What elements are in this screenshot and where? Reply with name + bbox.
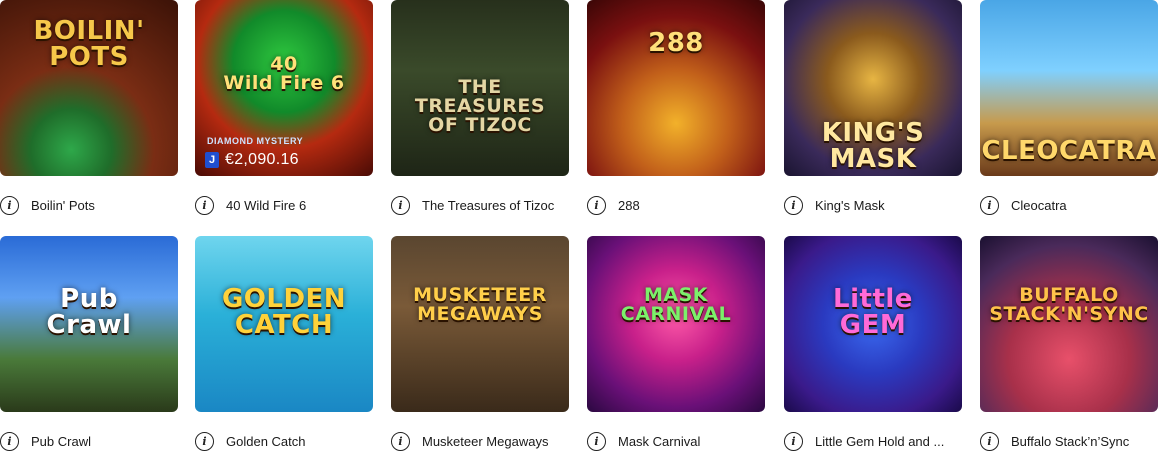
game-thumbnail[interactable]: 40 Wild Fire 6 DIAMOND MYSTERY J €2,090.16	[195, 0, 373, 176]
game-caption: i 288	[587, 190, 765, 220]
game-art-title: 40 Wild Fire 6	[223, 53, 345, 94]
game-caption: i 40 Wild Fire 6	[195, 190, 373, 220]
game-art-title: MASK CARNIVAL	[620, 284, 732, 325]
game-art-title: BOILIN' POTS	[33, 16, 145, 72]
game-thumbnail[interactable]: Pub Crawl	[0, 236, 178, 412]
info-icon[interactable]: i	[195, 195, 214, 215]
info-icon[interactable]: i	[195, 431, 214, 451]
game-name[interactable]: 288	[618, 198, 640, 213]
game-name[interactable]: Mask Carnival	[618, 434, 700, 449]
info-icon[interactable]: i	[391, 195, 410, 215]
info-icon[interactable]: i	[784, 195, 803, 215]
game-name[interactable]: Golden Catch	[226, 434, 306, 449]
game-name[interactable]: Cleocatra	[1011, 198, 1067, 213]
game-thumbnail[interactable]: KING'S MASK	[784, 0, 962, 176]
game-caption: i Cleocatra	[980, 190, 1158, 220]
game-thumbnail[interactable]: 288	[587, 0, 765, 176]
game-name[interactable]: Little Gem Hold and ...	[815, 434, 944, 449]
game-art-title: THE TREASURES OF TIZOC	[414, 76, 546, 136]
jackpot-amount: €2,090.16	[225, 151, 299, 168]
info-icon[interactable]: i	[0, 195, 19, 215]
game-thumbnail[interactable]: MUSKETEER MEGAWAYS	[391, 236, 569, 412]
game-caption: i The Treasures of Tizoc	[391, 190, 569, 220]
game-thumbnail[interactable]: GOLDEN CATCH	[195, 236, 373, 412]
game-art-title: 288	[648, 28, 704, 58]
game-name[interactable]: Buffalo Stack’n’Sync	[1011, 434, 1129, 449]
game-caption: i Golden Catch	[195, 426, 373, 456]
info-icon[interactable]: i	[587, 431, 606, 451]
game-caption: i Pub Crawl	[0, 426, 178, 456]
game-art-title: Pub Crawl	[46, 284, 132, 340]
game-caption: i Musketeer Megaways	[391, 426, 569, 456]
game-thumbnail[interactable]: CLEOCATRA	[980, 0, 1158, 176]
game-name[interactable]: Boilin' Pots	[31, 198, 95, 213]
game-thumbnail[interactable]: BOILIN' POTS	[0, 0, 178, 176]
info-icon[interactable]: i	[391, 431, 410, 451]
game-caption: i King's Mask	[784, 190, 962, 220]
game-thumbnail[interactable]: Little GEM	[784, 236, 962, 412]
jackpot-brand: DIAMOND MYSTERY	[207, 136, 304, 146]
game-art-title: KING'S MASK	[821, 118, 925, 174]
info-icon[interactable]: i	[587, 195, 606, 215]
game-art-title: CLEOCATRA	[981, 136, 1157, 166]
info-icon[interactable]: i	[0, 431, 19, 451]
game-art-title: GOLDEN CATCH	[221, 284, 347, 340]
info-icon[interactable]: i	[784, 431, 803, 451]
game-art-title: Little GEM	[833, 284, 913, 340]
game-art-title: BUFFALO STACK'N'SYNC	[989, 284, 1149, 325]
game-caption: i Boilin' Pots	[0, 190, 178, 220]
game-name[interactable]: King's Mask	[815, 198, 885, 213]
game-thumbnail[interactable]: BUFFALO STACK'N'SYNC	[980, 236, 1158, 412]
game-name[interactable]: Pub Crawl	[31, 434, 91, 449]
game-art-title: MUSKETEER MEGAWAYS	[413, 284, 547, 325]
game-name[interactable]: 40 Wild Fire 6	[226, 198, 306, 213]
game-thumbnail[interactable]: THE TREASURES OF TIZOC	[391, 0, 569, 176]
game-name[interactable]: The Treasures of Tizoc	[422, 198, 554, 213]
game-thumbnail[interactable]: MASK CARNIVAL	[587, 236, 765, 412]
info-icon[interactable]: i	[980, 195, 999, 215]
info-icon[interactable]: i	[980, 431, 999, 451]
game-caption: i Buffalo Stack’n’Sync	[980, 426, 1158, 456]
game-caption: i Mask Carnival	[587, 426, 765, 456]
game-name[interactable]: Musketeer Megaways	[422, 434, 548, 449]
game-caption: i Little Gem Hold and ...	[784, 426, 962, 456]
jackpot-badge: J	[205, 152, 219, 168]
jackpot-banner: J €2,090.16	[205, 148, 299, 172]
